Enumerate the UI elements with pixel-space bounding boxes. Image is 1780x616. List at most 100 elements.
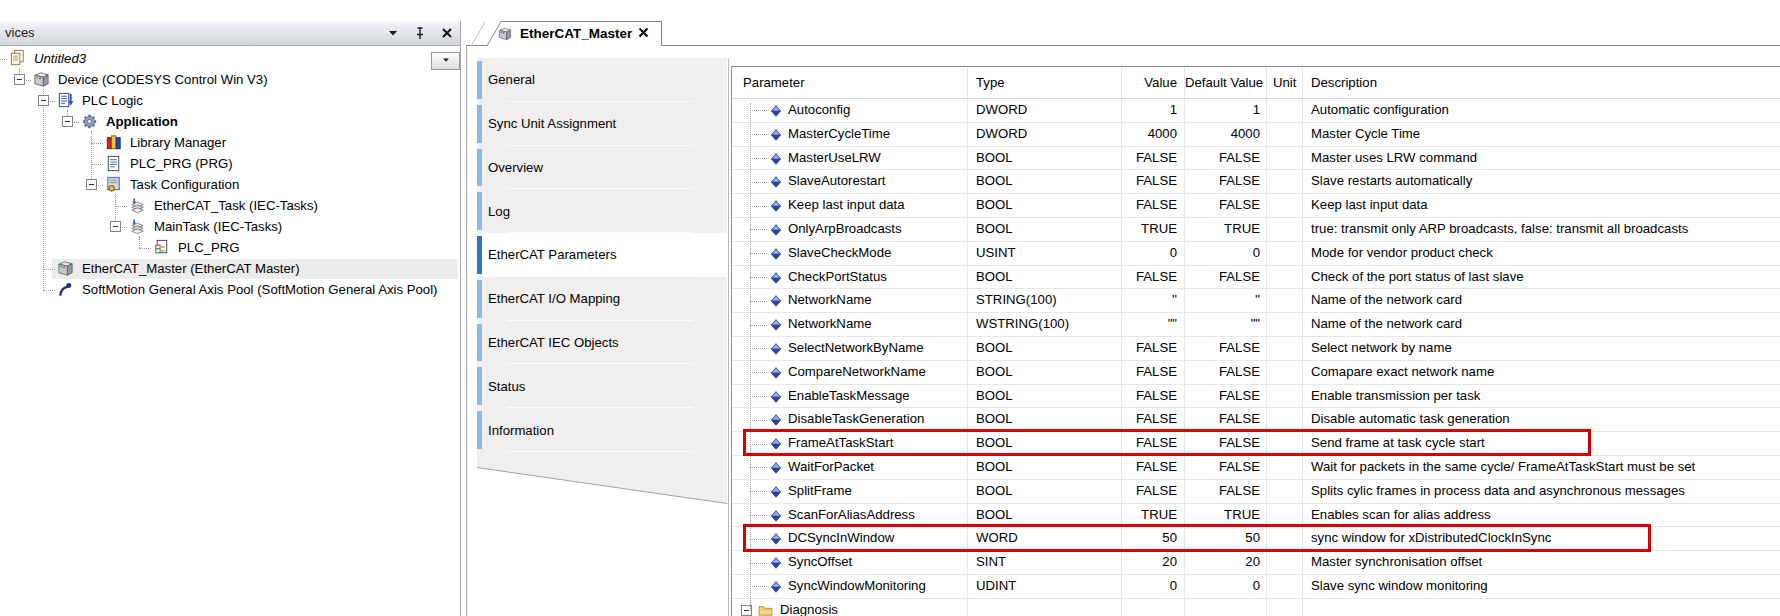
parameter-row-networkname[interactable]: NetworkNameWSTRING(100)""""Name of the n… [732,313,1780,337]
parameter-row-enabletaskmessage[interactable]: EnableTaskMessageBOOLFALSEFALSEEnable tr… [732,385,1780,409]
parameter-type: STRING(100) [976,292,1057,307]
devices-collapse-arrow-icon[interactable] [386,26,400,40]
parameter-row-waitforpacket[interactable]: WaitForPacketBOOLFALSEFALSEWait for pack… [732,456,1780,480]
column-header-unit[interactable]: Unit [1267,67,1303,98]
column-header-parameter[interactable]: Parameter [732,67,968,98]
tree-item-device-codesys-control-win-v3-[interactable]: Device (CODESYS Control Win V3) [58,69,268,90]
tree-item-plc-prg[interactable]: PLC_PRG [178,237,240,258]
column-header-description[interactable]: Description [1303,67,1780,98]
row-tree-stub [750,182,767,183]
nav-tab-label: Log [488,189,510,233]
tree-connector-line [43,89,44,290]
nav-tab-ethercat-iec-objects[interactable]: EtherCAT IEC Objects [477,321,727,365]
parameter-type: BOOL [976,411,1013,426]
tree-item-application[interactable]: Application [106,111,178,132]
parameter-value: "" [1168,316,1177,331]
folder-row-diagnosis[interactable]: Diagnosis [732,599,1780,616]
parameter-default-value: FALSE [1219,173,1260,188]
parameter-name: NetworkName [788,316,872,331]
parameter-row-checkportstatus[interactable]: CheckPortStatusBOOLFALSEFALSECheck of th… [732,266,1780,290]
folder-icon [757,602,774,616]
parameter-default-value: FALSE [1219,364,1260,379]
devices-panel-title: vices [5,21,35,45]
parameter-description: Disable automatic task generation [1311,411,1510,426]
parameter-type: BOOL [976,173,1013,188]
tree-item-softmotion-general-axis-pool-softmotion-general-axis-pool-[interactable]: SoftMotion General Axis Pool (SoftMotion… [82,279,438,300]
nav-tab-ethercat-parameters[interactable]: EtherCAT Parameters [477,233,727,277]
parameter-icon [769,199,783,213]
tree-item-task-configuration[interactable]: Task Configuration [130,174,239,195]
devices-pin-icon[interactable] [413,26,427,40]
tree-item-untitled3[interactable]: Untitled3 [34,48,86,69]
parameter-default-value: TRUE [1224,507,1260,522]
parameter-type: BOOL [976,507,1013,522]
parameter-value: 0 [1170,578,1177,593]
parameter-row-splitframe[interactable]: SplitFrameBOOLFALSEFALSESplits cylic fra… [732,480,1780,504]
parameter-name: SelectNetworkByName [788,340,924,355]
document-tab-close-icon[interactable] [637,26,650,39]
tree-expander-minus[interactable] [86,179,97,190]
parameter-row-slavecheckmode[interactable]: SlaveCheckModeUSINT00Mode for vendor pro… [732,242,1780,266]
parameter-default-value: FALSE [1219,150,1260,165]
parameter-name: EnableTaskMessage [788,388,910,403]
nav-tab-stripe [477,411,482,449]
parameter-name: ScanForAliasAddress [788,507,915,522]
parameter-row-mastercycletime[interactable]: MasterCycleTimeDWORD40004000Master Cycle… [732,123,1780,147]
parameter-row-masteruselrw[interactable]: MasterUseLRWBOOLFALSEFALSEMaster uses LR… [732,147,1780,171]
tree-item-library-manager[interactable]: Library Manager [130,132,226,153]
application-icon [80,112,99,131]
parameter-row-onlyarpbroadcasts[interactable]: OnlyArpBroadcastsBOOLTRUETRUEtrue: trans… [732,218,1780,242]
column-header-type[interactable]: Type [968,67,1122,98]
row-tree-stub [750,467,767,468]
parameter-row-keep-last-input-data[interactable]: Keep last input dataBOOLFALSEFALSEKeep l… [732,194,1780,218]
parameter-default-value: FALSE [1219,269,1260,284]
nav-tab-sync-unit-assignment[interactable]: Sync Unit Assignment [477,102,727,146]
column-header-default-value[interactable]: Default Value [1185,67,1267,98]
parameter-icon [769,318,783,332]
tree-item-ethercat-task-iec-tasks-[interactable]: EtherCAT_Task (IEC-Tasks) [154,195,318,216]
task-config-icon [104,175,123,194]
parameter-default-value: '' [1255,292,1260,307]
document-tab-title: EtherCAT_Master [520,21,632,46]
parameter-default-value: 1 [1253,102,1260,117]
parameter-row-comparenetworkname[interactable]: CompareNetworkNameBOOLFALSEFALSEComapare… [732,361,1780,385]
nav-tab-label: General [488,58,535,102]
parameter-name: SlaveAutorestart [788,173,886,188]
nav-tab-stripe [477,105,482,143]
parameter-name: DisableTaskGeneration [788,411,924,426]
tree-expander-minus[interactable] [62,116,73,127]
tree-expander-minus[interactable] [14,74,25,85]
nav-tab-overview[interactable]: Overview [477,146,727,190]
parameter-icon [769,223,783,237]
parameter-row-slaveautorestart[interactable]: SlaveAutorestartBOOLFALSEFALSESlave rest… [732,170,1780,194]
tree-item-maintask-iec-tasks-[interactable]: MainTask (IEC-Tasks) [154,216,282,237]
nav-tab-status[interactable]: Status [477,364,727,408]
tree-expander-minus[interactable] [38,95,49,106]
tree-item-plc-prg-prg-[interactable]: PLC_PRG (PRG) [130,153,233,174]
parameter-row-selectnetworkbyname[interactable]: SelectNetworkByNameBOOLFALSEFALSESelect … [732,337,1780,361]
parameter-value: FALSE [1136,459,1177,474]
parameter-icon [769,294,783,308]
nav-tab-stripe [477,280,482,318]
devices-tree-dropdown-button[interactable] [431,52,460,70]
parameter-description: Automatic configuration [1311,102,1449,117]
column-header-value[interactable]: Value [1122,67,1185,98]
nav-tab-log[interactable]: Log [477,189,727,233]
parameter-row-autoconfig[interactable]: AutoconfigDWORD11Automatic configuration [732,99,1780,123]
parameter-row-networkname[interactable]: NetworkNameSTRING(100)''''Name of the ne… [732,289,1780,313]
tree-item-plc-logic[interactable]: PLC Logic [82,90,143,111]
nav-tab-information[interactable]: Information [477,408,727,452]
tree-expander-minus[interactable] [110,221,121,232]
devices-close-icon[interactable] [440,26,454,40]
tree-item-ethercat-master-ethercat-master-[interactable]: EtherCAT_Master (EtherCAT Master) [82,258,300,279]
parameter-icon [769,580,783,594]
tree-connector-stub [115,206,127,207]
nav-tab-stripe [477,367,482,405]
parameter-row-syncwindowmonitoring[interactable]: SyncWindowMonitoringUDINT00Slave sync wi… [732,575,1780,599]
parameter-value: TRUE [1141,507,1177,522]
nav-tab-ethercat-i-o-mapping[interactable]: EtherCAT I/O Mapping [477,277,727,321]
nav-tab-general[interactable]: General [477,58,727,102]
row-tree-stub [750,158,767,159]
parameter-type: BOOL [976,269,1013,284]
parameter-row-syncoffset[interactable]: SyncOffsetSINT2020Master synchronisation… [732,551,1780,575]
